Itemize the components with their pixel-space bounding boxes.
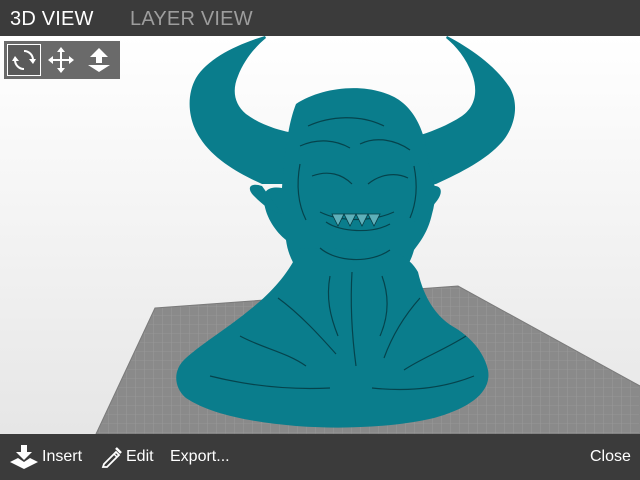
rotate-icon bbox=[12, 50, 36, 70]
insert-button[interactable]: Insert bbox=[10, 434, 82, 480]
3d-viewport[interactable] bbox=[0, 36, 640, 434]
view-tab-bar: 3D VIEW LAYER VIEW bbox=[0, 0, 640, 36]
left-horn bbox=[189, 36, 300, 184]
lift-tool-button[interactable] bbox=[82, 44, 116, 76]
export-label: Export... bbox=[170, 448, 230, 465]
move-tool-button[interactable] bbox=[44, 44, 78, 76]
bottom-action-bar: Insert Edit Export... Close bbox=[0, 434, 640, 480]
rotate-tool-button[interactable] bbox=[7, 44, 41, 76]
scene-canvas[interactable] bbox=[0, 36, 640, 434]
tab-3d-view[interactable]: 3D VIEW bbox=[10, 6, 94, 32]
lift-icon bbox=[88, 48, 110, 72]
close-button[interactable]: Close bbox=[590, 434, 631, 480]
move-icon bbox=[48, 47, 74, 73]
edit-button[interactable]: Edit bbox=[100, 434, 154, 480]
insert-icon bbox=[10, 444, 38, 470]
view-tool-group bbox=[4, 41, 120, 79]
tab-layer-view[interactable]: LAYER VIEW bbox=[130, 6, 253, 32]
bust-base bbox=[176, 248, 489, 428]
insert-label: Insert bbox=[42, 448, 83, 465]
close-label: Close bbox=[590, 448, 631, 465]
export-button[interactable]: Export... bbox=[170, 434, 230, 480]
edit-label: Edit bbox=[126, 448, 154, 465]
model-demon-bust[interactable] bbox=[176, 36, 516, 428]
pencil-icon bbox=[100, 446, 122, 468]
